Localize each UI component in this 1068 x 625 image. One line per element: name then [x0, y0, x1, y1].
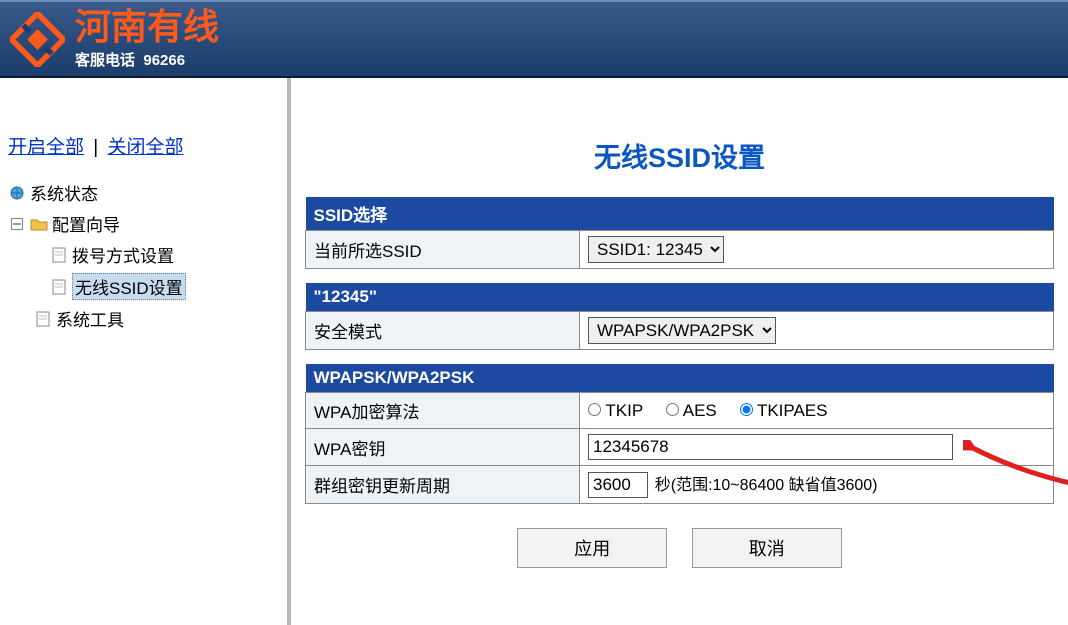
globe-icon — [8, 184, 26, 202]
hotline: 客服电话 96266 — [75, 49, 219, 70]
ssid-select[interactable]: SSID1: 12345 — [588, 236, 724, 263]
tree-node-dial-setting[interactable]: 拨号方式设置 — [8, 239, 279, 270]
wpa-header: WPAPSK/WPA2PSK — [306, 364, 1054, 393]
cancel-button[interactable]: 取消 — [692, 528, 842, 568]
page-icon — [50, 246, 68, 264]
page-icon — [50, 278, 68, 296]
wpa-key-input[interactable] — [588, 434, 953, 460]
tree-node-ssid-setting[interactable]: 无线SSID设置 — [8, 270, 279, 303]
app-header: 河南有线 客服电话 96266 — [0, 0, 1068, 78]
security-mode-label: 安全模式 — [306, 312, 580, 350]
ssid-select-header: SSID选择 — [306, 197, 1054, 231]
wpa-key-label: WPA密钥 — [306, 429, 580, 466]
ssid-name-table: "12345" 安全模式 WPAPSK/WPA2PSK — [305, 283, 1054, 350]
minus-box-icon — [8, 215, 26, 233]
tree-node-system-status[interactable]: 系统状态 — [8, 177, 279, 208]
ssid-name-header: "12345" — [306, 283, 1054, 312]
sidebar: 开启全部 | 关闭全部 系统状态 配置向导 — [0, 78, 291, 625]
page-title: 无线SSID设置 — [305, 136, 1054, 175]
renew-hint: 秒(范围:10~86400 缺省值3600) — [655, 477, 878, 494]
expand-all-link[interactable]: 开启全部 — [8, 137, 84, 158]
content-pane: 无线SSID设置 SSID选择 当前所选SSID SSID1: 12345 "1… — [291, 78, 1068, 625]
wpa-algo-label: WPA加密算法 — [306, 393, 580, 429]
radio-tkip[interactable]: TKIP — [588, 401, 643, 420]
tree-node-config-wizard[interactable]: 配置向导 — [8, 208, 279, 239]
brand-title: 河南有线 — [75, 9, 219, 45]
collapse-all-link[interactable]: 关闭全部 — [108, 137, 184, 158]
current-ssid-label: 当前所选SSID — [306, 231, 580, 269]
radio-tkipaes[interactable]: TKIPAES — [740, 401, 828, 420]
nav-tree: 系统状态 配置向导 拨号方式设置 无 — [8, 177, 279, 334]
renew-input[interactable] — [588, 472, 648, 498]
apply-button[interactable]: 应用 — [517, 528, 667, 568]
radio-aes[interactable]: AES — [666, 401, 717, 420]
wpa-table: WPAPSK/WPA2PSK WPA加密算法 TKIP AES TKIPAES … — [305, 364, 1054, 504]
tree-node-system-tools[interactable]: 系统工具 — [8, 303, 279, 334]
ssid-select-table: SSID选择 当前所选SSID SSID1: 12345 — [305, 197, 1054, 269]
brand-logo-icon — [10, 12, 65, 67]
security-mode-select[interactable]: WPAPSK/WPA2PSK — [588, 317, 776, 344]
folder-open-icon — [30, 215, 48, 233]
renew-label: 群组密钥更新周期 — [306, 466, 580, 504]
page-icon — [34, 310, 52, 328]
